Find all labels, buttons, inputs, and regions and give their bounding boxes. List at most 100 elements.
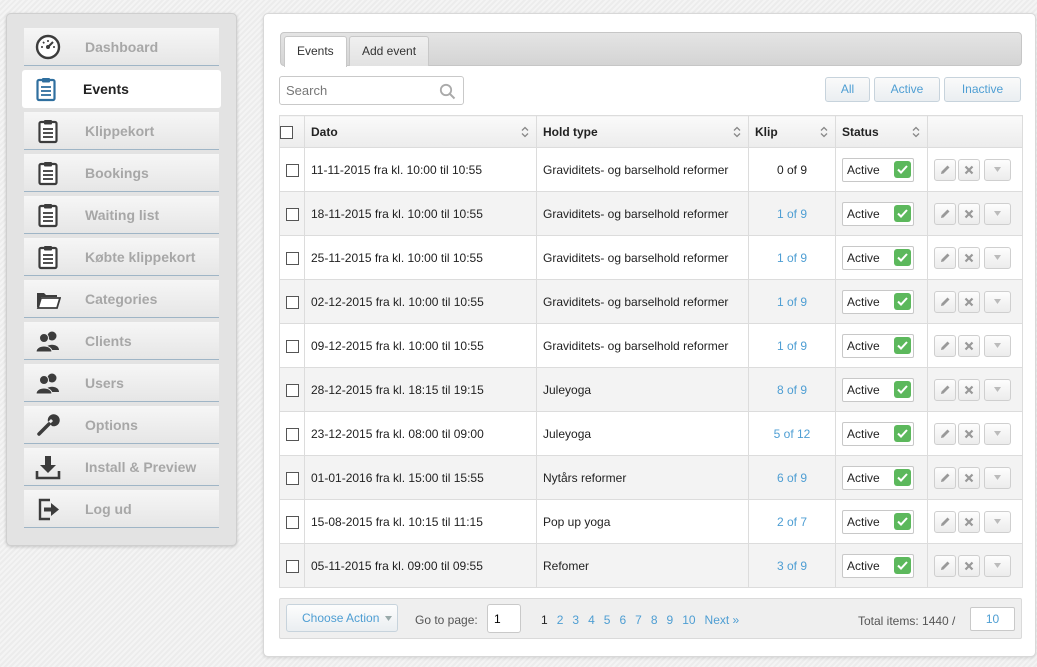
row-menu-button[interactable] <box>984 378 1011 401</box>
row-menu-button[interactable] <box>984 554 1011 577</box>
delete-button[interactable] <box>958 554 980 577</box>
cell-klip[interactable]: 5 of 12 <box>748 411 836 456</box>
select-all-checkbox[interactable] <box>280 125 293 139</box>
edit-button[interactable] <box>934 334 956 357</box>
edit-button[interactable] <box>934 510 956 533</box>
edit-button[interactable] <box>934 554 956 577</box>
delete-button[interactable] <box>958 334 980 357</box>
row-checkbox[interactable] <box>285 515 299 529</box>
cell-klip[interactable]: 8 of 9 <box>748 367 836 412</box>
delete-button[interactable] <box>958 202 980 225</box>
status-select[interactable]: Active <box>842 333 914 358</box>
row-checkbox[interactable] <box>285 163 299 177</box>
sidebar-item-bookings[interactable]: Bookings <box>24 154 219 192</box>
row-menu-button[interactable] <box>984 510 1011 533</box>
page-link[interactable]: 3 <box>572 613 579 627</box>
filter-all-button[interactable]: All <box>825 77 870 102</box>
cell-klip[interactable]: 2 of 7 <box>748 499 836 544</box>
row-checkbox[interactable] <box>285 383 299 397</box>
choose-action-dropdown[interactable]: Choose Action <box>286 604 398 632</box>
row-menu-button[interactable] <box>984 334 1011 357</box>
row-menu-button[interactable] <box>984 466 1011 489</box>
row-checkbox[interactable] <box>285 559 299 573</box>
page-link[interactable]: 5 <box>604 613 611 627</box>
sidebar-item-users[interactable]: Users <box>24 364 219 402</box>
page-link[interactable]: 8 <box>651 613 658 627</box>
status-select[interactable]: Active <box>842 553 914 578</box>
edit-button[interactable] <box>934 466 956 489</box>
sort-icon[interactable] <box>733 126 741 138</box>
delete-button[interactable] <box>958 378 980 401</box>
cell-klip[interactable]: 1 of 9 <box>748 323 836 368</box>
sidebar-item-options[interactable]: Options <box>24 406 219 444</box>
sort-icon[interactable] <box>820 126 828 138</box>
tab-events[interactable]: Events <box>284 36 347 67</box>
sidebar-item-log-ud[interactable]: Log ud <box>24 490 219 528</box>
edit-button[interactable] <box>934 202 956 225</box>
sidebar-item-købte-klippekort[interactable]: Købte klippekort <box>24 238 219 276</box>
search-input[interactable] <box>280 77 430 104</box>
delete-button[interactable] <box>958 290 980 313</box>
search-icon[interactable] <box>439 83 456 100</box>
cell-klip[interactable]: 6 of 9 <box>748 455 836 500</box>
sidebar-item-klippekort[interactable]: Klippekort <box>24 112 219 150</box>
page-link[interactable]: 7 <box>635 613 642 627</box>
status-select[interactable]: Active <box>842 201 914 226</box>
per-page-select[interactable]: 10 <box>970 607 1015 631</box>
sort-icon[interactable] <box>521 126 529 138</box>
delete-button[interactable] <box>958 158 980 181</box>
sidebar-item-install-preview[interactable]: Install & Preview <box>24 448 219 486</box>
filter-inactive-button[interactable]: Inactive <box>944 77 1021 102</box>
status-select[interactable]: Active <box>842 245 914 270</box>
page-link[interactable]: 2 <box>557 613 564 627</box>
edit-button[interactable] <box>934 290 956 313</box>
delete-button[interactable] <box>958 466 980 489</box>
filter-active-button[interactable]: Active <box>874 77 940 102</box>
page-link[interactable]: 1 <box>541 613 548 627</box>
row-menu-button[interactable] <box>984 422 1011 445</box>
cell-klip[interactable]: 1 of 9 <box>748 191 836 236</box>
cell-klip[interactable]: 1 of 9 <box>748 235 836 280</box>
delete-button[interactable] <box>958 422 980 445</box>
next-page-link[interactable]: Next » <box>705 613 740 627</box>
edit-button[interactable] <box>934 422 956 445</box>
column-header-type[interactable]: Hold type <box>536 115 749 148</box>
row-checkbox[interactable] <box>285 471 299 485</box>
column-header-status[interactable]: Status <box>835 115 928 148</box>
goto-page-input[interactable] <box>487 604 521 633</box>
page-link[interactable]: 9 <box>667 613 674 627</box>
sidebar-item-events[interactable]: Events <box>22 70 221 108</box>
edit-button[interactable] <box>934 246 956 269</box>
sidebar-item-waiting-list[interactable]: Waiting list <box>24 196 219 234</box>
status-select[interactable]: Active <box>842 421 914 446</box>
tab-add-event[interactable]: Add event <box>349 36 430 66</box>
page-link[interactable]: 10 <box>682 613 695 627</box>
status-select[interactable]: Active <box>842 289 914 314</box>
edit-button[interactable] <box>934 378 956 401</box>
row-menu-button[interactable] <box>984 290 1011 313</box>
cell-klip[interactable]: 3 of 9 <box>748 543 836 588</box>
status-select[interactable]: Active <box>842 377 914 402</box>
row-checkbox[interactable] <box>285 339 299 353</box>
row-menu-button[interactable] <box>984 202 1011 225</box>
cell-klip[interactable]: 1 of 9 <box>748 279 836 324</box>
page-link[interactable]: 6 <box>619 613 626 627</box>
status-select[interactable]: Active <box>842 157 914 182</box>
column-header-klip[interactable]: Klip <box>748 115 836 148</box>
row-checkbox[interactable] <box>285 251 299 265</box>
sidebar-item-categories[interactable]: Categories <box>24 280 219 318</box>
delete-button[interactable] <box>958 510 980 533</box>
row-menu-button[interactable] <box>984 246 1011 269</box>
sidebar-item-clients[interactable]: Clients <box>24 322 219 360</box>
delete-button[interactable] <box>958 246 980 269</box>
page-link[interactable]: 4 <box>588 613 595 627</box>
row-menu-button[interactable] <box>984 158 1011 181</box>
row-checkbox[interactable] <box>285 295 299 309</box>
row-checkbox[interactable] <box>285 427 299 441</box>
status-select[interactable]: Active <box>842 465 914 490</box>
edit-button[interactable] <box>934 158 956 181</box>
row-checkbox[interactable] <box>285 207 299 221</box>
sort-icon[interactable] <box>912 126 920 138</box>
sidebar-item-dashboard[interactable]: Dashboard <box>24 28 219 66</box>
status-select[interactable]: Active <box>842 509 914 534</box>
